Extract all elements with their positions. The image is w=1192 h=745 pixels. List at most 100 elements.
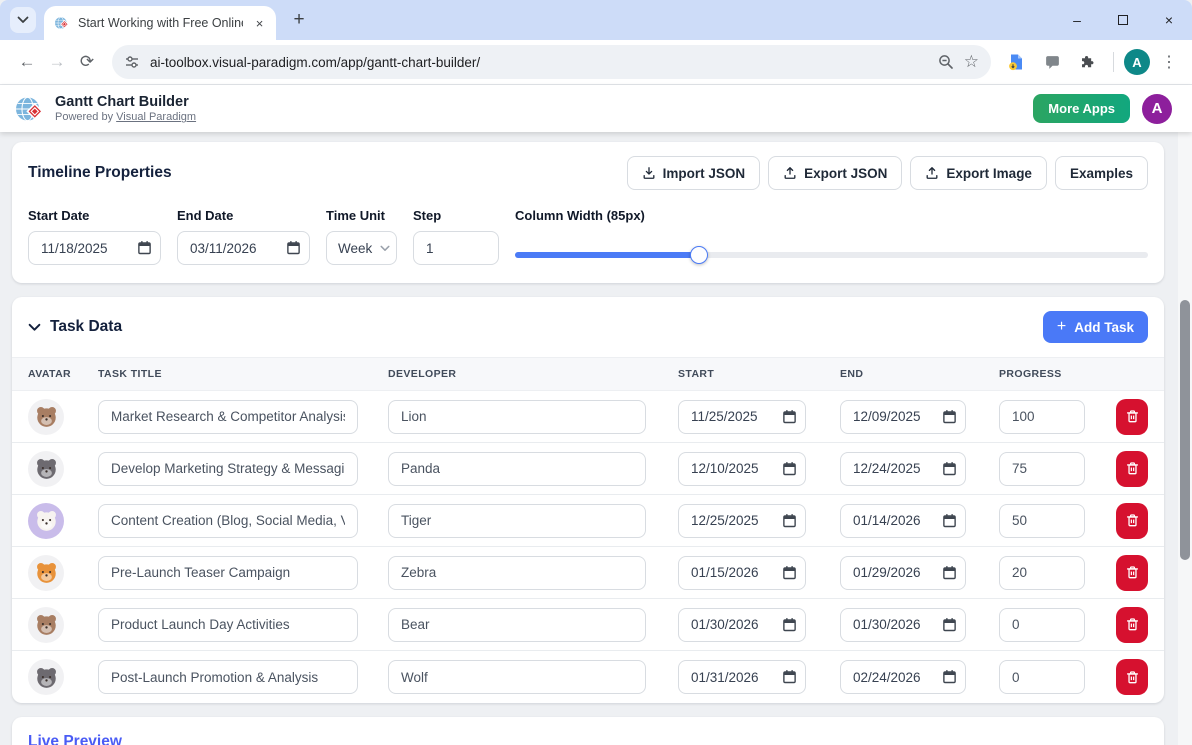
animal-face-icon <box>33 455 60 482</box>
address-bar[interactable]: ai-toolbox.visual-paradigm.com/app/gantt… <box>112 45 991 79</box>
progress-input[interactable] <box>999 400 1085 434</box>
progress-input[interactable] <box>999 452 1085 486</box>
task-title-input[interactable] <box>98 452 358 486</box>
browser-menu-icon[interactable]: ⋮ <box>1156 52 1182 72</box>
task-end-input[interactable] <box>840 608 966 642</box>
delete-task-button[interactable] <box>1116 451 1148 487</box>
extensions-puzzle-icon[interactable] <box>1073 47 1103 77</box>
task-start-input[interactable] <box>678 660 806 694</box>
animal-face-icon <box>33 611 60 638</box>
slider-thumb[interactable] <box>690 246 708 264</box>
export-image-button[interactable]: Export Image <box>910 156 1047 190</box>
visual-paradigm-link[interactable]: Visual Paradigm <box>116 111 196 123</box>
task-end-input[interactable] <box>840 556 966 590</box>
start-date-field <box>28 231 161 265</box>
live-preview-card: Live Preview <box>12 717 1164 745</box>
plus-icon: + <box>1057 318 1066 336</box>
feedback-extension-icon[interactable] <box>1037 47 1067 77</box>
scrollbar-thumb[interactable] <box>1180 300 1190 560</box>
task-start-input[interactable] <box>678 452 806 486</box>
tab-favicon <box>54 15 70 31</box>
browser-tab[interactable]: Start Working with Free Online × <box>44 6 276 40</box>
progress-input[interactable] <box>999 660 1085 694</box>
task-data-card: Task Data +Add Task AVATAR TASK TITLE DE… <box>12 297 1164 703</box>
task-title-input[interactable] <box>98 608 358 642</box>
end-date-field <box>840 556 966 590</box>
end-date-group: End Date <box>177 208 310 265</box>
step-input[interactable] <box>413 231 499 265</box>
task-title-input[interactable] <box>98 400 358 434</box>
developer-input[interactable] <box>388 660 646 694</box>
browser-titlebar: Start Working with Free Online × + – × <box>0 0 1192 40</box>
window-controls: – × <box>1054 0 1192 40</box>
task-title-input[interactable] <box>98 556 358 590</box>
start-date-input[interactable] <box>28 231 161 265</box>
task-title-input[interactable] <box>98 504 358 538</box>
examples-button[interactable]: Examples <box>1055 156 1148 190</box>
live-preview-title: Live Preview <box>28 733 1148 745</box>
end-date-input[interactable] <box>177 231 310 265</box>
progress-input[interactable] <box>999 504 1085 538</box>
delete-task-button[interactable] <box>1116 399 1148 435</box>
reload-button[interactable]: ⟳ <box>72 47 102 77</box>
export-json-button[interactable]: Export JSON <box>768 156 902 190</box>
zoom-out-icon[interactable] <box>938 54 954 70</box>
window-maximize-button[interactable] <box>1100 0 1146 40</box>
site-settings-icon[interactable] <box>124 54 140 70</box>
task-avatar <box>28 659 64 695</box>
task-end-input[interactable] <box>840 400 966 434</box>
upload-icon <box>925 166 939 180</box>
delete-task-button[interactable] <box>1116 555 1148 591</box>
task-start-input[interactable] <box>678 504 806 538</box>
docs-extension-icon[interactable] <box>1001 47 1031 77</box>
developer-input[interactable] <box>388 556 646 590</box>
trash-icon <box>1125 513 1140 528</box>
task-start-input[interactable] <box>678 556 806 590</box>
more-apps-button[interactable]: More Apps <box>1033 94 1130 123</box>
developer-input[interactable] <box>388 608 646 642</box>
table-row <box>12 651 1164 703</box>
task-title-input[interactable] <box>98 660 358 694</box>
delete-task-button[interactable] <box>1116 607 1148 643</box>
start-date-field <box>678 608 806 642</box>
developer-input[interactable] <box>388 400 646 434</box>
task-start-input[interactable] <box>678 608 806 642</box>
add-task-button[interactable]: + Add Task <box>1043 311 1148 343</box>
progress-input[interactable] <box>999 556 1085 590</box>
developer-input[interactable] <box>388 504 646 538</box>
progress-input[interactable] <box>999 608 1085 642</box>
chevron-down-icon <box>17 16 29 24</box>
trash-icon <box>1125 670 1140 685</box>
developer-input[interactable] <box>388 452 646 486</box>
column-width-slider[interactable] <box>515 246 1148 264</box>
task-end-input[interactable] <box>840 660 966 694</box>
tab-close-icon[interactable]: × <box>251 15 268 32</box>
start-date-field <box>678 556 806 590</box>
tab-search-button[interactable] <box>10 7 36 33</box>
new-tab-button[interactable]: + <box>286 7 312 33</box>
start-date-field <box>678 504 806 538</box>
forward-button[interactable]: → <box>42 47 72 77</box>
browser-profile-avatar[interactable]: A <box>1124 49 1150 75</box>
task-avatar <box>28 451 64 487</box>
time-unit-select[interactable]: Week <box>326 231 397 265</box>
delete-task-button[interactable] <box>1116 503 1148 539</box>
app-user-avatar[interactable]: A <box>1142 94 1172 124</box>
step-label: Step <box>413 208 499 223</box>
delete-task-button[interactable] <box>1116 659 1148 695</box>
back-button[interactable]: ← <box>12 47 42 77</box>
add-task-label: Add Task <box>1074 320 1134 335</box>
task-end-input[interactable] <box>840 452 966 486</box>
task-start-input[interactable] <box>678 400 806 434</box>
bookmark-star-icon[interactable]: ☆ <box>964 52 979 72</box>
export-image-label: Export Image <box>946 166 1032 181</box>
task-data-collapse-toggle[interactable]: Task Data <box>28 318 122 336</box>
time-unit-field: Week <box>326 231 397 265</box>
task-end-input[interactable] <box>840 504 966 538</box>
window-close-button[interactable]: × <box>1146 0 1192 40</box>
import-json-button[interactable]: Import JSON <box>627 156 761 190</box>
trash-icon <box>1125 409 1140 424</box>
window-minimize-button[interactable]: – <box>1054 0 1100 40</box>
slider-track[interactable] <box>515 252 1148 258</box>
task-avatar <box>28 503 64 539</box>
